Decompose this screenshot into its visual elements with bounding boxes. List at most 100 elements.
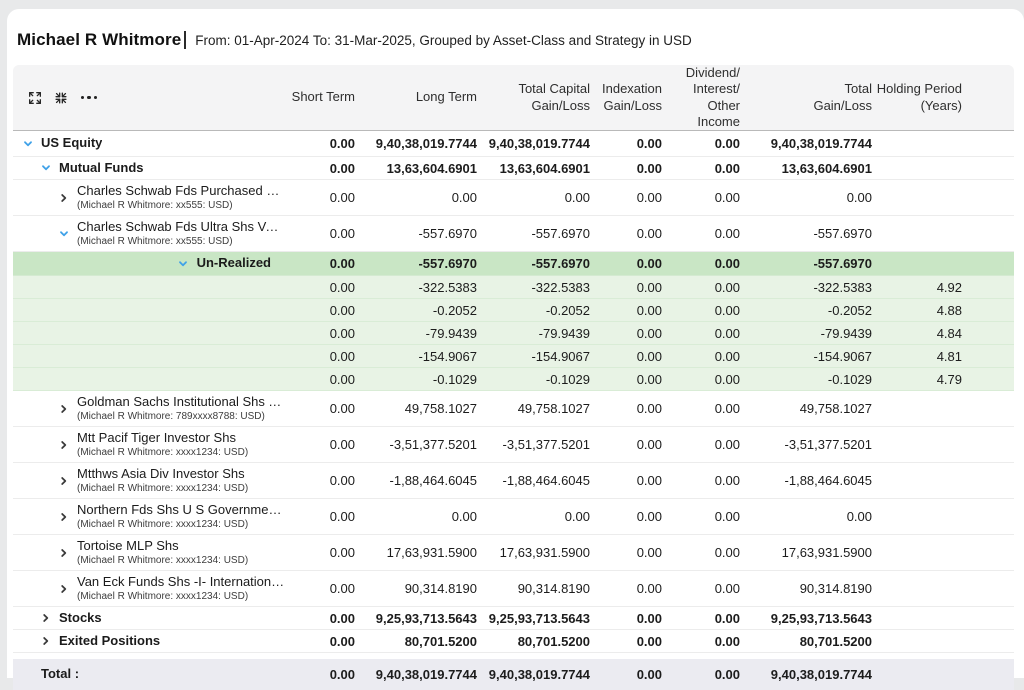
value-cell: 0.00 <box>285 611 355 626</box>
value-cell: 0.00 <box>662 372 740 387</box>
value-cell: -79.9439 <box>477 326 590 341</box>
value-cell: -0.1029 <box>355 372 477 387</box>
value-cell: -0.1029 <box>740 372 872 387</box>
value-cell: -557.6970 <box>477 256 590 271</box>
row-sublabel: (Michael R Whitmore: xxxx1234: USD) <box>77 482 248 495</box>
value-cell: 0.00 <box>285 280 355 295</box>
row-label: Total : <box>41 666 79 682</box>
value-cell: 0.00 <box>590 634 662 649</box>
value-cell: 0.00 <box>590 349 662 364</box>
chevron-down-icon[interactable] <box>39 162 52 175</box>
column-header-dividend-interest-other-income: Dividend/ Interest/ Other Income <box>662 65 740 130</box>
row-sublabel: (Michael R Whitmore: xxxx1234: USD) <box>77 446 248 459</box>
row-sublabel: (Michael R Whitmore: xxxx1234: USD) <box>77 518 285 531</box>
value-cell: 80,701.5200 <box>355 634 477 649</box>
row-label: Stocks <box>59 610 102 626</box>
value-cell: 0.00 <box>662 401 740 416</box>
value-cell: 0.00 <box>285 303 355 318</box>
row-label: Exited Positions <box>59 633 160 649</box>
value-cell: 0.00 <box>285 349 355 364</box>
value-cell: 13,63,604.6901 <box>740 161 872 176</box>
value-cell: 0.00 <box>590 611 662 626</box>
row-label-cell: US Equity <box>13 135 285 151</box>
value-cell: 0.00 <box>662 226 740 241</box>
row-label-cell: Mtt Pacif Tiger Investor Shs (Michael R … <box>13 430 285 459</box>
report-header: Michael R Whitmore From: 01-Apr-2024 To:… <box>7 9 1024 65</box>
value-cell: -154.9067 <box>355 349 477 364</box>
value-cell: 0.00 <box>285 161 355 176</box>
value-cell: 17,63,931.5900 <box>355 545 477 560</box>
value-cell: -0.1029 <box>477 372 590 387</box>
value-cell: 49,758.1027 <box>477 401 590 416</box>
value-cell: 13,63,604.6901 <box>355 161 477 176</box>
more-options-icon[interactable] <box>81 96 97 99</box>
value-cell: 0.00 <box>355 190 477 205</box>
table-row: 0.00 -0.1029 -0.1029 0.00 0.00 -0.1029 4… <box>13 368 1014 391</box>
value-cell: 0.00 <box>662 509 740 524</box>
row-label: Northern Fds Shs U S Government... <box>77 502 285 518</box>
row-sublabel: (Michael R Whitmore: xxxx1234: USD) <box>77 554 248 567</box>
column-header-total-capital-gain-loss: Total Capital Gain/Loss <box>477 81 590 114</box>
chevron-right-icon[interactable] <box>57 191 70 204</box>
chevron-right-icon[interactable] <box>57 438 70 451</box>
value-cell: -557.6970 <box>355 226 477 241</box>
value-cell: -154.9067 <box>740 349 872 364</box>
table-row: Mtthws Asia Div Investor Shs (Michael R … <box>13 463 1014 499</box>
value-cell: 0.00 <box>662 190 740 205</box>
value-cell: 0.00 <box>285 190 355 205</box>
value-cell: 0.00 <box>590 509 662 524</box>
row-label-cell: Goldman Sachs Institutional Shs T... (Mi… <box>13 394 285 423</box>
expand-all-icon[interactable] <box>27 90 43 106</box>
row-label-cell <box>13 281 285 294</box>
value-cell: 9,25,93,713.5643 <box>740 611 872 626</box>
value-cell: -3,51,377.5201 <box>355 437 477 452</box>
value-cell: 0.00 <box>662 303 740 318</box>
chevron-right-icon[interactable] <box>57 474 70 487</box>
value-cell: 9,40,38,019.7744 <box>477 136 590 151</box>
chevron-right-icon[interactable] <box>57 582 70 595</box>
table-row: Charles Schwab Fds Ultra Shs Vari... (Mi… <box>13 216 1014 252</box>
value-cell: 0.00 <box>662 634 740 649</box>
value-cell: 0.00 <box>662 611 740 626</box>
value-cell: 0.00 <box>662 326 740 341</box>
chevron-down-icon[interactable] <box>177 257 190 270</box>
value-cell: 9,40,38,019.7744 <box>355 136 477 151</box>
collapse-all-icon[interactable] <box>53 90 69 106</box>
value-cell: 0.00 <box>477 190 590 205</box>
value-cell: 17,63,931.5900 <box>477 545 590 560</box>
page-title: Michael R Whitmore <box>17 30 181 50</box>
value-cell: -154.9067 <box>477 349 590 364</box>
row-sublabel: (Michael R Whitmore: xxxx1234: USD) <box>77 590 285 603</box>
chevron-right-icon[interactable] <box>39 635 52 648</box>
value-cell: -557.6970 <box>740 226 872 241</box>
chevron-down-icon[interactable] <box>57 227 70 240</box>
value-cell: 0.00 <box>285 256 355 271</box>
row-label-cell: Van Eck Funds Shs -I- Internationa... (M… <box>13 574 285 603</box>
value-cell: 0.00 <box>285 226 355 241</box>
chevron-right-icon[interactable] <box>39 612 52 625</box>
chevron-right-icon[interactable] <box>57 546 70 559</box>
row-label: Mtt Pacif Tiger Investor Shs <box>77 430 248 446</box>
value-cell: 0.00 <box>740 509 872 524</box>
value-cell: 0.00 <box>355 509 477 524</box>
chevron-right-icon[interactable] <box>57 402 70 415</box>
value-cell: 0.00 <box>590 280 662 295</box>
value-cell: 0.00 <box>590 161 662 176</box>
table-row: US Equity 0.00 9,40,38,019.7744 9,40,38,… <box>13 131 1014 157</box>
column-header-holding-period: Holding Period (Years) <box>872 81 962 114</box>
value-cell: 0.00 <box>590 581 662 596</box>
row-label: Charles Schwab Fds Ultra Shs Vari... <box>77 219 285 235</box>
value-cell: 0.00 <box>285 372 355 387</box>
chevron-down-icon[interactable] <box>21 137 34 150</box>
value-cell: 90,314.8190 <box>477 581 590 596</box>
chevron-right-icon[interactable] <box>57 510 70 523</box>
value-cell: 0.00 <box>662 545 740 560</box>
value-cell: 13,63,604.6901 <box>477 161 590 176</box>
value-cell: 0.00 <box>285 509 355 524</box>
unrealized-row: Un-Realized 0.00 -557.6970 -557.6970 0.0… <box>13 252 1014 276</box>
value-cell: 49,758.1027 <box>355 401 477 416</box>
row-sublabel: (Michael R Whitmore: xx555: USD) <box>77 235 285 248</box>
value-cell: -3,51,377.5201 <box>477 437 590 452</box>
table-row: Charles Schwab Fds Purchased S... (Micha… <box>13 180 1014 216</box>
value-cell: 0.00 <box>590 190 662 205</box>
